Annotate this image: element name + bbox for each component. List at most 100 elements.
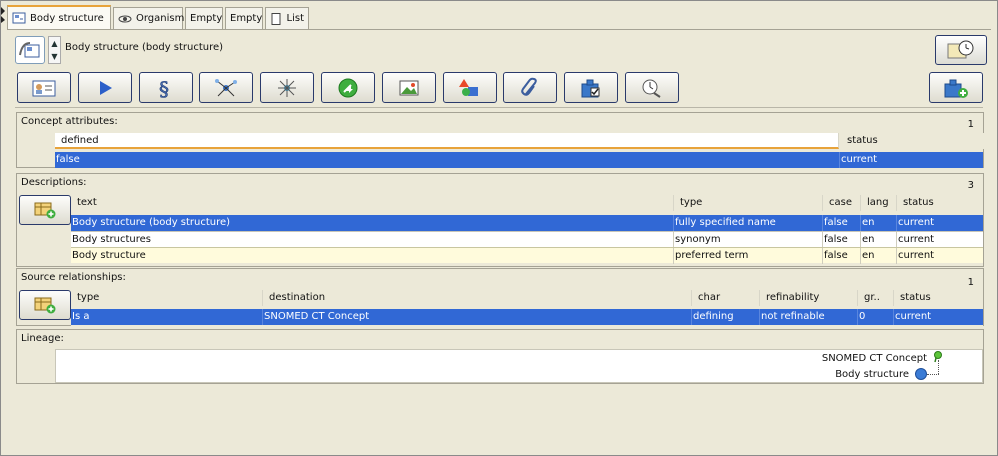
toolbar: §	[17, 72, 686, 103]
concept-link-icon	[19, 42, 40, 58]
column-header-status[interactable]: status	[897, 195, 985, 211]
table-row[interactable]: Is a SNOMED CT Concept defining not refi…	[71, 309, 983, 325]
concept-tab-icon	[12, 12, 26, 24]
tree-connector	[927, 374, 939, 375]
column-header-lang[interactable]: lang	[861, 195, 897, 211]
add-description-button[interactable]	[19, 195, 71, 225]
green-arrow-icon	[338, 78, 358, 97]
concept-link-button[interactable]	[15, 36, 45, 64]
column-header-destination[interactable]: destination	[263, 290, 692, 306]
cell-refinability: not refinable	[760, 309, 858, 325]
play-button[interactable]	[77, 72, 132, 103]
tab-label: Empty	[230, 13, 263, 24]
shapes-button[interactable]	[442, 72, 497, 103]
cell-group: 0	[858, 309, 894, 325]
cell-case: false	[823, 248, 861, 264]
tab-empty-1[interactable]: Empty	[185, 7, 223, 29]
cell-char: defining	[692, 309, 760, 325]
panel-title: Source relationships:	[21, 272, 126, 283]
cell-lang: en	[861, 232, 897, 248]
section-icon: §	[158, 77, 169, 99]
add-relationship-button[interactable]	[19, 290, 71, 320]
cell-case: false	[823, 232, 861, 248]
go-button[interactable]	[320, 72, 375, 103]
tab-label: Body structure	[30, 12, 104, 24]
cell-status: current	[895, 311, 932, 322]
table-row[interactable]: false current	[55, 152, 983, 168]
table-header: type destination char refinability gr.. …	[71, 290, 983, 306]
tab-organism[interactable]: Organism	[113, 7, 184, 29]
add-table-icon	[34, 202, 56, 219]
play-icon	[99, 80, 112, 95]
column-header-status[interactable]: status	[841, 133, 985, 149]
tab-body-structure[interactable]: Body structure	[7, 5, 111, 29]
lineage-tree: SNOMED CT Concept Body structure	[55, 349, 983, 383]
tab-empty-2[interactable]: Empty	[225, 7, 263, 29]
document-icon	[270, 12, 283, 25]
descriptions-table: text type case lang status Body structur…	[71, 195, 983, 264]
cell-status: current	[841, 154, 878, 165]
table-row[interactable]: Body structure (body structure) fully sp…	[71, 215, 983, 231]
column-header-status[interactable]: status	[894, 290, 985, 306]
lineage-parent[interactable]: SNOMED CT Concept	[822, 353, 927, 364]
concept-title: Body structure (body structure)	[65, 42, 224, 53]
panel-title: Concept attributes:	[21, 116, 118, 127]
cell-defined: false	[55, 152, 840, 168]
image-button[interactable]	[381, 72, 436, 103]
concept-node-icon	[915, 368, 927, 380]
id-card-icon	[32, 80, 56, 96]
tab-list[interactable]: List	[265, 7, 309, 29]
history-spinner[interactable]: ▲ ▼	[48, 36, 61, 64]
watch-icon	[642, 79, 661, 98]
cell-lang: en	[861, 248, 897, 264]
row-count: 1	[967, 119, 974, 130]
tree-connector	[938, 360, 939, 374]
cell-destination: SNOMED CT Concept	[263, 309, 692, 325]
checklist-button[interactable]	[564, 72, 619, 103]
table-row[interactable]: Body structures synonym false en current	[71, 231, 983, 248]
app-window: Body structure Organism Empty Empty List	[0, 0, 998, 456]
lineage-child[interactable]: Body structure	[835, 369, 909, 380]
table-row[interactable]: Body structure preferred term false en c…	[71, 247, 983, 264]
column-header-refinability[interactable]: refinability	[760, 290, 858, 306]
column-header-text[interactable]: text	[71, 195, 674, 211]
spinner-up-icon[interactable]: ▲	[49, 37, 60, 50]
cell-type: fully specified name	[674, 215, 823, 231]
add-table-icon	[34, 297, 56, 314]
concept-details-button[interactable]	[17, 72, 71, 103]
hierarchy-button[interactable]	[199, 72, 254, 103]
table-header: text type case lang status	[71, 195, 983, 211]
graph-icon	[278, 78, 297, 97]
column-header-group[interactable]: gr..	[858, 290, 894, 306]
hierarchy-icon	[215, 78, 238, 96]
add-concept-button[interactable]	[929, 72, 983, 103]
column-header-type[interactable]: type	[674, 195, 823, 211]
eye-icon	[118, 13, 132, 25]
cell-text: Body structure (body structure)	[71, 215, 674, 231]
puzzle-check-icon	[581, 79, 600, 97]
lineage-panel: Lineage: SNOMED CT Concept Body structur…	[16, 329, 984, 384]
shapes-icon	[458, 78, 478, 96]
cell-status: current	[898, 217, 935, 228]
column-header-case[interactable]: case	[823, 195, 861, 211]
cell-type: preferred term	[674, 248, 823, 264]
spinner-down-icon[interactable]: ▼	[49, 50, 60, 63]
image-icon	[399, 80, 419, 95]
column-header-type[interactable]: type	[71, 290, 263, 306]
tab-label: List	[286, 13, 304, 24]
column-header-defined[interactable]: defined	[55, 133, 839, 149]
cell-type: Is a	[71, 309, 263, 325]
review-button[interactable]	[624, 72, 679, 103]
section-button[interactable]: §	[138, 72, 193, 103]
attachment-button[interactable]	[503, 72, 558, 103]
source-relationships-panel: Source relationships: 1 type destination…	[16, 268, 984, 326]
cell-text: Body structures	[71, 232, 674, 248]
panel-grip[interactable]	[1, 7, 5, 23]
history-button[interactable]	[935, 35, 987, 65]
table-header: defined status	[55, 133, 985, 149]
cell-case: false	[823, 215, 861, 231]
svg-text:§: §	[159, 77, 169, 99]
relationship-graph-button[interactable]	[260, 72, 315, 103]
add-puzzle-icon	[944, 79, 968, 98]
column-header-char[interactable]: char	[692, 290, 760, 306]
